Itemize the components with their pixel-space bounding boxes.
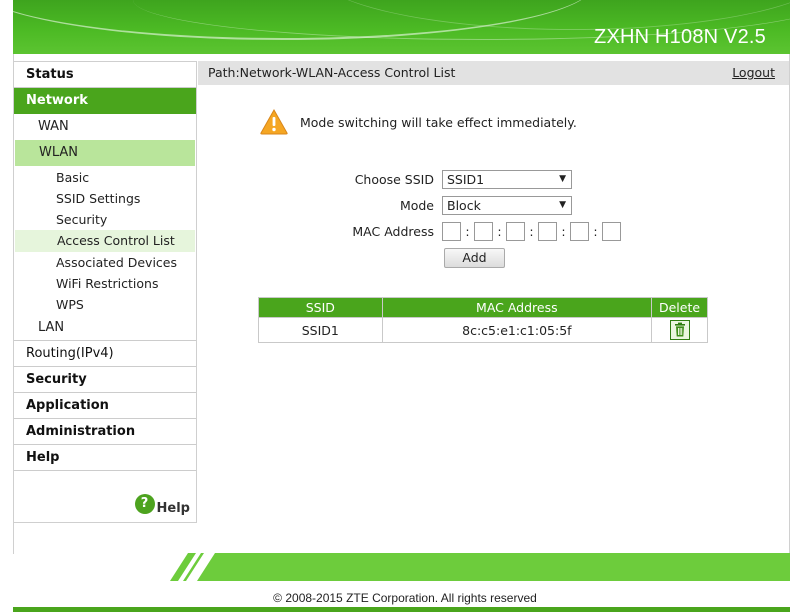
sidebar-item-wlan[interactable]: WLAN xyxy=(15,140,195,166)
header-banner: ZXHN H108N V2.5 xyxy=(13,0,790,54)
sidebar-item-access-control-list[interactable]: Access Control List xyxy=(15,230,195,252)
cell-mac: 8c:c5:e1:c1:05:5f xyxy=(381,317,653,343)
ssid-select[interactable]: SSID1 ▼ xyxy=(442,170,572,189)
mac-octet-1-input[interactable] xyxy=(442,222,461,241)
mode-row: Mode Block ▼ xyxy=(292,196,572,215)
footer-bottom-line xyxy=(13,607,790,612)
sidebar-item-help[interactable]: Help xyxy=(14,445,196,471)
breadcrumb-bar: Path:Network-WLAN-Access Control List Lo… xyxy=(198,61,789,85)
copyright-text: © 2008-2015 ZTE Corporation. All rights … xyxy=(273,591,537,605)
mac-octet-3-input[interactable] xyxy=(506,222,525,241)
trash-icon[interactable] xyxy=(669,320,690,340)
mac-separator: : xyxy=(561,224,566,239)
sidebar-item-security[interactable]: Security xyxy=(14,367,196,393)
help-icon: ? xyxy=(134,494,155,514)
column-header-ssid: SSID xyxy=(258,297,383,318)
notice-text: Mode switching will take effect immediat… xyxy=(300,114,577,130)
chevron-down-icon: ▼ xyxy=(559,200,566,210)
footer-band xyxy=(170,553,790,581)
cell-ssid: SSID1 xyxy=(258,317,383,343)
mac-separator: : xyxy=(465,224,470,239)
mac-octet-4-input[interactable] xyxy=(538,222,557,241)
ssid-select-value: SSID1 xyxy=(447,172,485,187)
mac-separator: : xyxy=(593,224,598,239)
sidebar-item-wifi-restrictions[interactable]: WiFi Restrictions xyxy=(14,273,196,294)
mac-octet-6-input[interactable] xyxy=(602,222,621,241)
cell-delete xyxy=(651,317,708,343)
mac-label: MAC Address xyxy=(352,224,434,239)
ssid-row: Choose SSID SSID1 ▼ xyxy=(292,170,572,189)
device-title: ZXHN H108N V2.5 xyxy=(594,26,766,48)
sidebar-item-associated-devices[interactable]: Associated Devices xyxy=(14,252,196,273)
add-button[interactable]: Add xyxy=(444,248,505,268)
sidebar-nav: Status Network WAN WLAN Basic SSID Setti… xyxy=(13,61,197,523)
sidebar-item-security-wlan[interactable]: Security xyxy=(14,209,196,230)
main-content: Path:Network-WLAN-Access Control List Lo… xyxy=(198,61,790,523)
mac-octet-2-input[interactable] xyxy=(474,222,493,241)
table-header-row: SSID MAC Address Delete xyxy=(258,297,708,318)
sidebar-item-basic[interactable]: Basic xyxy=(14,167,196,188)
ssid-label: Choose SSID xyxy=(354,172,434,187)
column-header-mac: MAC Address xyxy=(381,297,653,318)
breadcrumb: Path:Network-WLAN-Access Control List xyxy=(208,65,456,80)
sidebar-item-administration[interactable]: Administration xyxy=(14,419,196,445)
sidebar-item-lan[interactable]: LAN xyxy=(14,315,196,341)
sidebar-item-wan[interactable]: WAN xyxy=(14,114,196,140)
sidebar-item-status[interactable]: Status xyxy=(14,62,196,88)
mac-row: MAC Address : : : : : xyxy=(292,222,621,241)
warning-icon xyxy=(260,109,288,135)
sidebar-item-wps[interactable]: WPS xyxy=(14,294,196,315)
mode-notice: Mode switching will take effect immediat… xyxy=(260,109,577,135)
sidebar-item-routing[interactable]: Routing(IPv4) xyxy=(14,341,196,367)
acl-table: SSID MAC Address Delete SSID1 8c:c5:e1:c… xyxy=(258,297,708,343)
column-header-delete: Delete xyxy=(651,297,708,318)
mac-separator: : xyxy=(529,224,534,239)
sidebar-item-application[interactable]: Application xyxy=(14,393,196,419)
mode-select-value: Block xyxy=(447,198,481,213)
table-row: SSID1 8c:c5:e1:c1:05:5f xyxy=(258,317,708,343)
logout-link[interactable]: Logout xyxy=(732,61,775,85)
mode-label: Mode xyxy=(399,198,434,213)
help-link-label: Help xyxy=(156,500,190,516)
mac-separator: : xyxy=(497,224,502,239)
help-link[interactable]: ? Help xyxy=(134,494,190,518)
sidebar-item-ssid-settings[interactable]: SSID Settings xyxy=(14,188,196,209)
mode-select[interactable]: Block ▼ xyxy=(442,196,572,215)
chevron-down-icon: ▼ xyxy=(559,174,566,184)
mac-octet-5-input[interactable] xyxy=(570,222,589,241)
sidebar-item-network[interactable]: Network xyxy=(14,88,196,114)
